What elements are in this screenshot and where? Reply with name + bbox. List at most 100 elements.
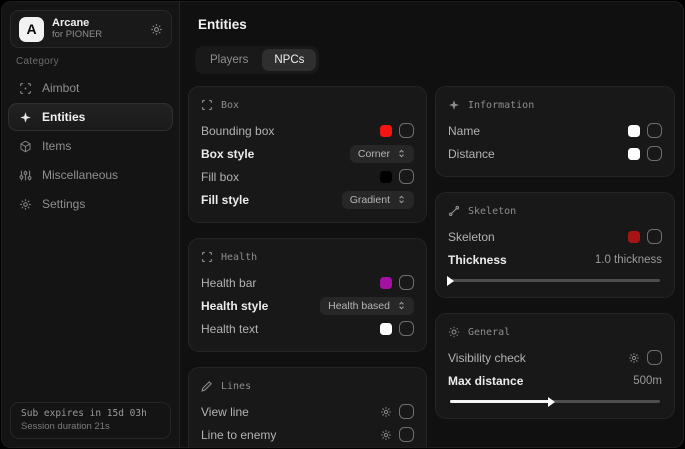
general-card: General Visibility check Max distance 50… (435, 313, 675, 419)
settings-gear-icon[interactable] (150, 23, 163, 36)
color-swatch[interactable] (628, 125, 640, 137)
select-value: Corner (358, 148, 390, 160)
health-style-select[interactable]: Health based (320, 297, 414, 315)
sidebar-item-aimbot[interactable]: Aimbot (8, 74, 173, 102)
color-swatch[interactable] (380, 171, 392, 183)
card-title: Lines (221, 381, 251, 392)
checkbox[interactable] (399, 275, 414, 290)
main-panel: Entities Players NPCs Box Bounding box (180, 2, 683, 447)
sidebar-item-items[interactable]: Items (8, 132, 173, 160)
entities-icon (19, 111, 32, 124)
thickness-slider[interactable] (450, 279, 660, 282)
setting-row-fill-style: Fill style Gradient (201, 188, 414, 211)
checkbox[interactable] (399, 169, 414, 184)
slider-thumb[interactable] (548, 397, 555, 407)
sidebar-item-label: Aimbot (42, 81, 79, 95)
subscription-info: Sub expires in 15d 03h Session duration … (10, 402, 171, 439)
pencil-line-icon (201, 380, 213, 392)
checkbox[interactable] (399, 427, 414, 442)
box-corners-icon (201, 99, 213, 111)
setting-row-bounding-box: Bounding box (201, 119, 414, 142)
sidebar-item-settings[interactable]: Settings (8, 190, 173, 218)
setting-row-health-text: Health text (201, 317, 414, 340)
setting-row-name: Name (448, 119, 662, 142)
app-window: A Arcane for PIONER Category Aimbot (1, 1, 684, 448)
color-swatch[interactable] (380, 125, 392, 137)
chevron-updown-icon (397, 195, 406, 204)
fill-style-select[interactable]: Gradient (342, 191, 414, 209)
option-gear-icon[interactable] (380, 406, 392, 418)
setting-row-fill-box: Fill box (201, 165, 414, 188)
setting-label: Distance (448, 147, 495, 161)
setting-label: Health text (201, 322, 258, 336)
sidebar: A Arcane for PIONER Category Aimbot (2, 2, 180, 447)
sidebar-item-entities[interactable]: Entities (8, 103, 173, 131)
setting-label: Fill box (201, 170, 239, 184)
checkbox[interactable] (647, 123, 662, 138)
setting-row-distance: Distance (448, 142, 662, 165)
bone-icon (448, 205, 460, 217)
setting-row-skeleton: Skeleton (448, 225, 662, 248)
setting-row-health-bar: Health bar (201, 271, 414, 294)
information-card: Information Name Distance (435, 86, 675, 177)
sidebar-nav: Aimbot Entities Items Miscellaneous (8, 74, 173, 219)
sub-expiry-text: Sub expires in 15d 03h (21, 408, 160, 419)
setting-label: View line (201, 405, 249, 419)
sidebar-item-label: Entities (42, 110, 85, 124)
checkbox[interactable] (399, 404, 414, 419)
skeleton-card: Skeleton Skeleton Thickness 1.0 thicknes… (435, 192, 675, 298)
chevron-updown-icon (397, 301, 406, 310)
setting-row-health-style: Health style Health based (201, 294, 414, 317)
brand-subtitle: for PIONER (52, 30, 142, 41)
chevron-updown-icon (397, 149, 406, 158)
option-gear-icon[interactable] (380, 429, 392, 441)
checkbox[interactable] (647, 229, 662, 244)
setting-row-box-style: Box style Corner (201, 142, 414, 165)
option-gear-icon[interactable] (628, 352, 640, 364)
slider-thumb[interactable] (447, 276, 454, 286)
tab-npcs[interactable]: NPCs (262, 49, 316, 71)
brand-card: A Arcane for PIONER (10, 10, 172, 48)
category-label: Category (16, 56, 59, 67)
sidebar-item-label: Items (42, 139, 71, 153)
checkbox[interactable] (399, 321, 414, 336)
page-title: Entities (198, 17, 247, 32)
color-swatch[interactable] (628, 148, 640, 160)
lines-card: Lines View line Line to enemy (188, 367, 427, 448)
crosshair-icon (19, 82, 32, 95)
sidebar-item-label: Miscellaneous (42, 168, 118, 182)
setting-row-visibility-check: Visibility check (448, 346, 662, 369)
sidebar-item-label: Settings (42, 197, 85, 211)
select-value: Health based (328, 300, 390, 312)
setting-label: Visibility check (448, 351, 526, 365)
setting-row-max-distance: Max distance 500m (448, 369, 662, 392)
color-swatch[interactable] (628, 231, 640, 243)
color-swatch[interactable] (380, 323, 392, 335)
setting-label: Health bar (201, 276, 256, 290)
setting-label: Health style (201, 299, 268, 313)
card-title: Health (221, 252, 257, 263)
box-card: Box Bounding box Box style Corner (188, 86, 427, 223)
health-icon (201, 251, 213, 263)
setting-label: Fill style (201, 193, 249, 207)
setting-label: Bounding box (201, 124, 274, 138)
brand-title: Arcane (52, 17, 142, 30)
max-distance-value: 500m (633, 375, 662, 387)
color-swatch[interactable] (380, 277, 392, 289)
tab-players[interactable]: Players (198, 49, 260, 71)
brand-logo: A (19, 17, 44, 42)
checkbox[interactable] (647, 350, 662, 365)
sidebar-item-miscellaneous[interactable]: Miscellaneous (8, 161, 173, 189)
checkbox[interactable] (647, 146, 662, 161)
card-title: General (468, 327, 510, 338)
box-style-select[interactable]: Corner (350, 145, 414, 163)
setting-label: Skeleton (448, 230, 495, 244)
setting-label: Thickness (448, 253, 507, 267)
checkbox[interactable] (399, 123, 414, 138)
sliders-icon (19, 169, 32, 182)
slider-fill (450, 400, 551, 403)
setting-label: Line to enemy (201, 428, 276, 442)
package-icon (19, 140, 32, 153)
max-distance-slider[interactable] (450, 400, 660, 403)
sun-icon (448, 326, 460, 338)
